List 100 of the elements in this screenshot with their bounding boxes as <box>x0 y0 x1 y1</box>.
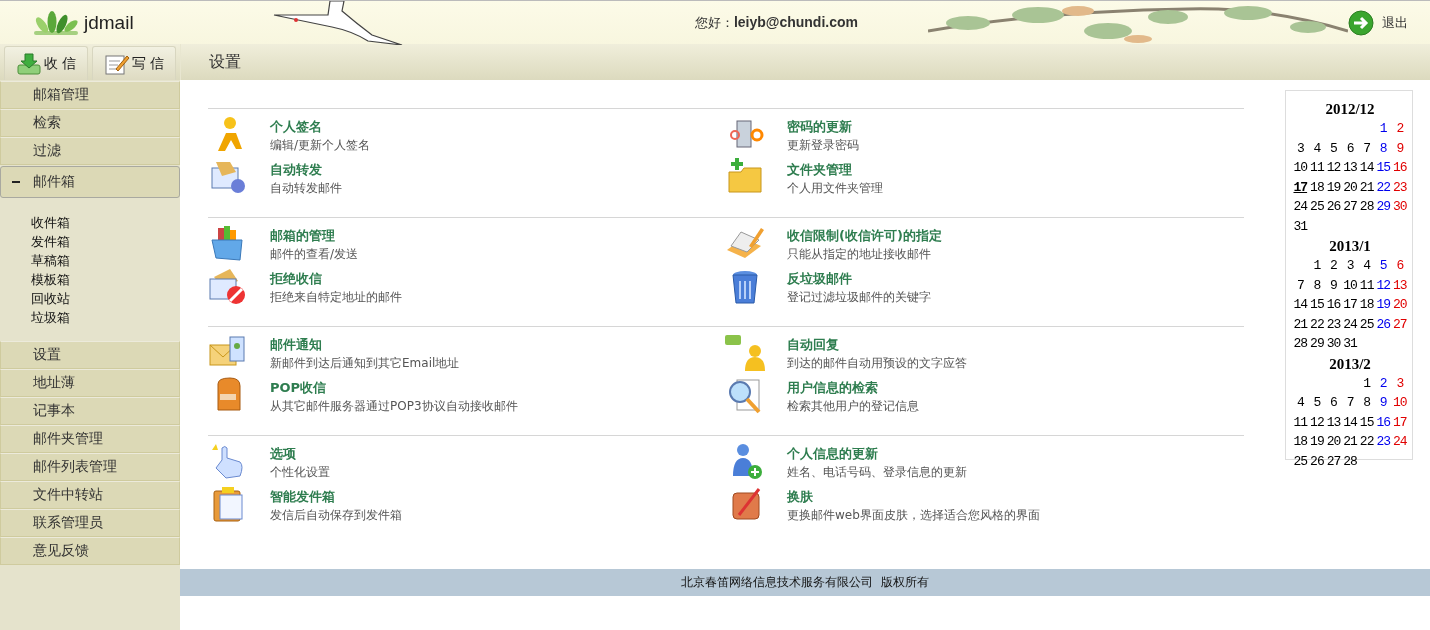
sidebar-item[interactable]: 联系管理员 <box>0 509 180 537</box>
sidebar-item[interactable]: 文件中转站 <box>0 481 180 509</box>
calendar-day[interactable]: 14 <box>1292 295 1309 315</box>
calendar-day[interactable]: 24 <box>1341 314 1359 334</box>
calendar-day[interactable]: 11 <box>1292 412 1309 432</box>
calendar-day[interactable]: 16 <box>1374 412 1392 432</box>
calendar-day[interactable]: 3 <box>1391 373 1409 393</box>
calendar-day[interactable]: 3 <box>1292 138 1309 158</box>
calendar-day[interactable]: 13 <box>1341 158 1359 178</box>
calendar-day[interactable]: 29 <box>1374 197 1392 217</box>
calendar-day[interactable]: 17 <box>1341 295 1359 315</box>
calendar-day[interactable]: 6 <box>1341 138 1359 158</box>
calendar-day[interactable]: 6 <box>1325 393 1342 413</box>
calendar-day[interactable]: 29 <box>1308 334 1326 354</box>
calendar-day[interactable]: 16 <box>1325 295 1342 315</box>
calendar-day[interactable]: 2 <box>1374 373 1392 393</box>
calendar-day[interactable]: 23 <box>1325 314 1342 334</box>
envelope-block-icon[interactable] <box>208 267 248 307</box>
calendar-day[interactable]: 1 <box>1308 256 1326 276</box>
calendar-day[interactable]: 8 <box>1358 393 1375 413</box>
calendar-day[interactable]: 4 <box>1358 256 1375 276</box>
calendar-day[interactable]: 27 <box>1325 451 1342 471</box>
sidebar-item[interactable]: 设置 <box>0 341 180 369</box>
calendar-day[interactable]: 21 <box>1292 314 1309 334</box>
setting-link[interactable]: 用户信息的检索 <box>787 378 919 397</box>
folder-link[interactable]: 模板箱 <box>31 270 180 289</box>
setting-link[interactable]: 收信限制(收信许可)的指定 <box>787 226 942 245</box>
calendar-day[interactable]: 5 <box>1325 138 1342 158</box>
calendar-day[interactable]: 9 <box>1374 393 1392 413</box>
calendar-day[interactable]: 6 <box>1391 256 1409 276</box>
calendar-day[interactable]: 4 <box>1308 138 1326 158</box>
calendar-day[interactable]: 21 <box>1341 432 1359 452</box>
calendar-day[interactable]: 9 <box>1325 275 1342 295</box>
calendar-day[interactable]: 1 <box>1374 119 1392 139</box>
calendar-day[interactable]: 18 <box>1358 295 1375 315</box>
calendar-day[interactable]: 28 <box>1358 197 1375 217</box>
calendar-day[interactable]: 20 <box>1341 177 1359 197</box>
calendar-day[interactable]: 2 <box>1325 256 1342 276</box>
setting-link[interactable]: 邮件通知 <box>270 335 460 354</box>
setting-link[interactable]: 文件夹管理 <box>787 160 883 179</box>
sidebar-item[interactable]: 地址薄 <box>0 369 180 397</box>
sidebar-item[interactable]: 邮件夹管理 <box>0 425 180 453</box>
setting-link[interactable]: 选项 <box>270 444 330 463</box>
calendar-day[interactable]: 8 <box>1308 275 1326 295</box>
setting-link[interactable]: 密码的更新 <box>787 117 859 136</box>
calendar-day[interactable]: 21 <box>1358 177 1375 197</box>
calendar-day[interactable]: 18 <box>1292 432 1309 452</box>
calendar-day[interactable]: 13 <box>1391 275 1409 295</box>
folder-link[interactable]: 回收站 <box>31 289 180 308</box>
receive-button[interactable]: 收 信 <box>4 46 88 80</box>
calendar-day[interactable]: 26 <box>1325 197 1342 217</box>
sidebar-group[interactable]: 邮件箱 <box>0 166 180 198</box>
folder-link[interactable]: 垃圾箱 <box>31 308 180 327</box>
calendar-day[interactable]: 8 <box>1374 138 1392 158</box>
calendar-day[interactable]: 5 <box>1374 256 1392 276</box>
calendar-day[interactable]: 20 <box>1391 295 1409 315</box>
calendar-day[interactable]: 26 <box>1308 451 1326 471</box>
folder-link[interactable]: 收件箱 <box>31 213 180 232</box>
setting-link[interactable]: 邮箱的管理 <box>270 226 359 245</box>
calendar-day[interactable]: 15 <box>1374 158 1392 178</box>
sidebar-item[interactable]: 意见反馈 <box>0 537 180 565</box>
calendar-day[interactable]: 15 <box>1308 295 1326 315</box>
setting-link[interactable]: 换肤 <box>787 487 1040 506</box>
calendar-day[interactable]: 25 <box>1308 197 1326 217</box>
folder-link[interactable]: 草稿箱 <box>31 251 180 270</box>
calendar-day[interactable]: 25 <box>1358 314 1375 334</box>
calendar-day[interactable]: 10 <box>1341 275 1359 295</box>
today-date[interactable]: 17 <box>1292 177 1309 197</box>
calendar-day[interactable]: 16 <box>1391 158 1409 178</box>
calendar-day[interactable]: 27 <box>1341 197 1359 217</box>
calendar-day[interactable]: 12 <box>1374 275 1392 295</box>
calendar-day[interactable]: 23 <box>1374 432 1392 452</box>
folder-link[interactable]: 发件箱 <box>31 232 180 251</box>
calendar-day[interactable]: 22 <box>1358 432 1375 452</box>
calendar-day[interactable]: 7 <box>1341 393 1359 413</box>
calendar-day[interactable]: 23 <box>1391 177 1409 197</box>
calendar-day[interactable]: 18 <box>1308 177 1326 197</box>
calendar-day[interactable]: 11 <box>1308 158 1326 178</box>
calendar-day[interactable]: 31 <box>1292 216 1309 236</box>
calendar-day[interactable]: 5 <box>1308 393 1326 413</box>
sidebar-item[interactable]: 邮箱管理 <box>0 81 180 109</box>
calendar-day[interactable]: 22 <box>1308 314 1326 334</box>
calendar-day[interactable]: 26 <box>1374 314 1392 334</box>
calendar-day[interactable]: 28 <box>1292 334 1309 354</box>
calendar-day[interactable]: 14 <box>1358 158 1375 178</box>
calendar-day[interactable]: 7 <box>1292 275 1309 295</box>
calendar-day[interactable]: 15 <box>1358 412 1375 432</box>
calendar-day[interactable]: 19 <box>1308 432 1326 452</box>
setting-link[interactable]: 智能发件箱 <box>270 487 402 506</box>
setting-link[interactable]: 自动回复 <box>787 335 967 354</box>
calendar-day[interactable]: 1 <box>1358 373 1375 393</box>
calendar-day[interactable]: 25 <box>1292 451 1309 471</box>
setting-link[interactable]: 个人签名 <box>270 117 371 136</box>
logout-link[interactable]: 退出 <box>1348 9 1408 36</box>
calendar-day[interactable]: 10 <box>1391 393 1409 413</box>
calendar-day[interactable]: 9 <box>1391 138 1409 158</box>
calendar-day[interactable]: 12 <box>1325 158 1342 178</box>
calendar-day[interactable]: 24 <box>1292 197 1309 217</box>
compose-button[interactable]: 写 信 <box>92 46 176 80</box>
calendar-day[interactable]: 27 <box>1391 314 1409 334</box>
